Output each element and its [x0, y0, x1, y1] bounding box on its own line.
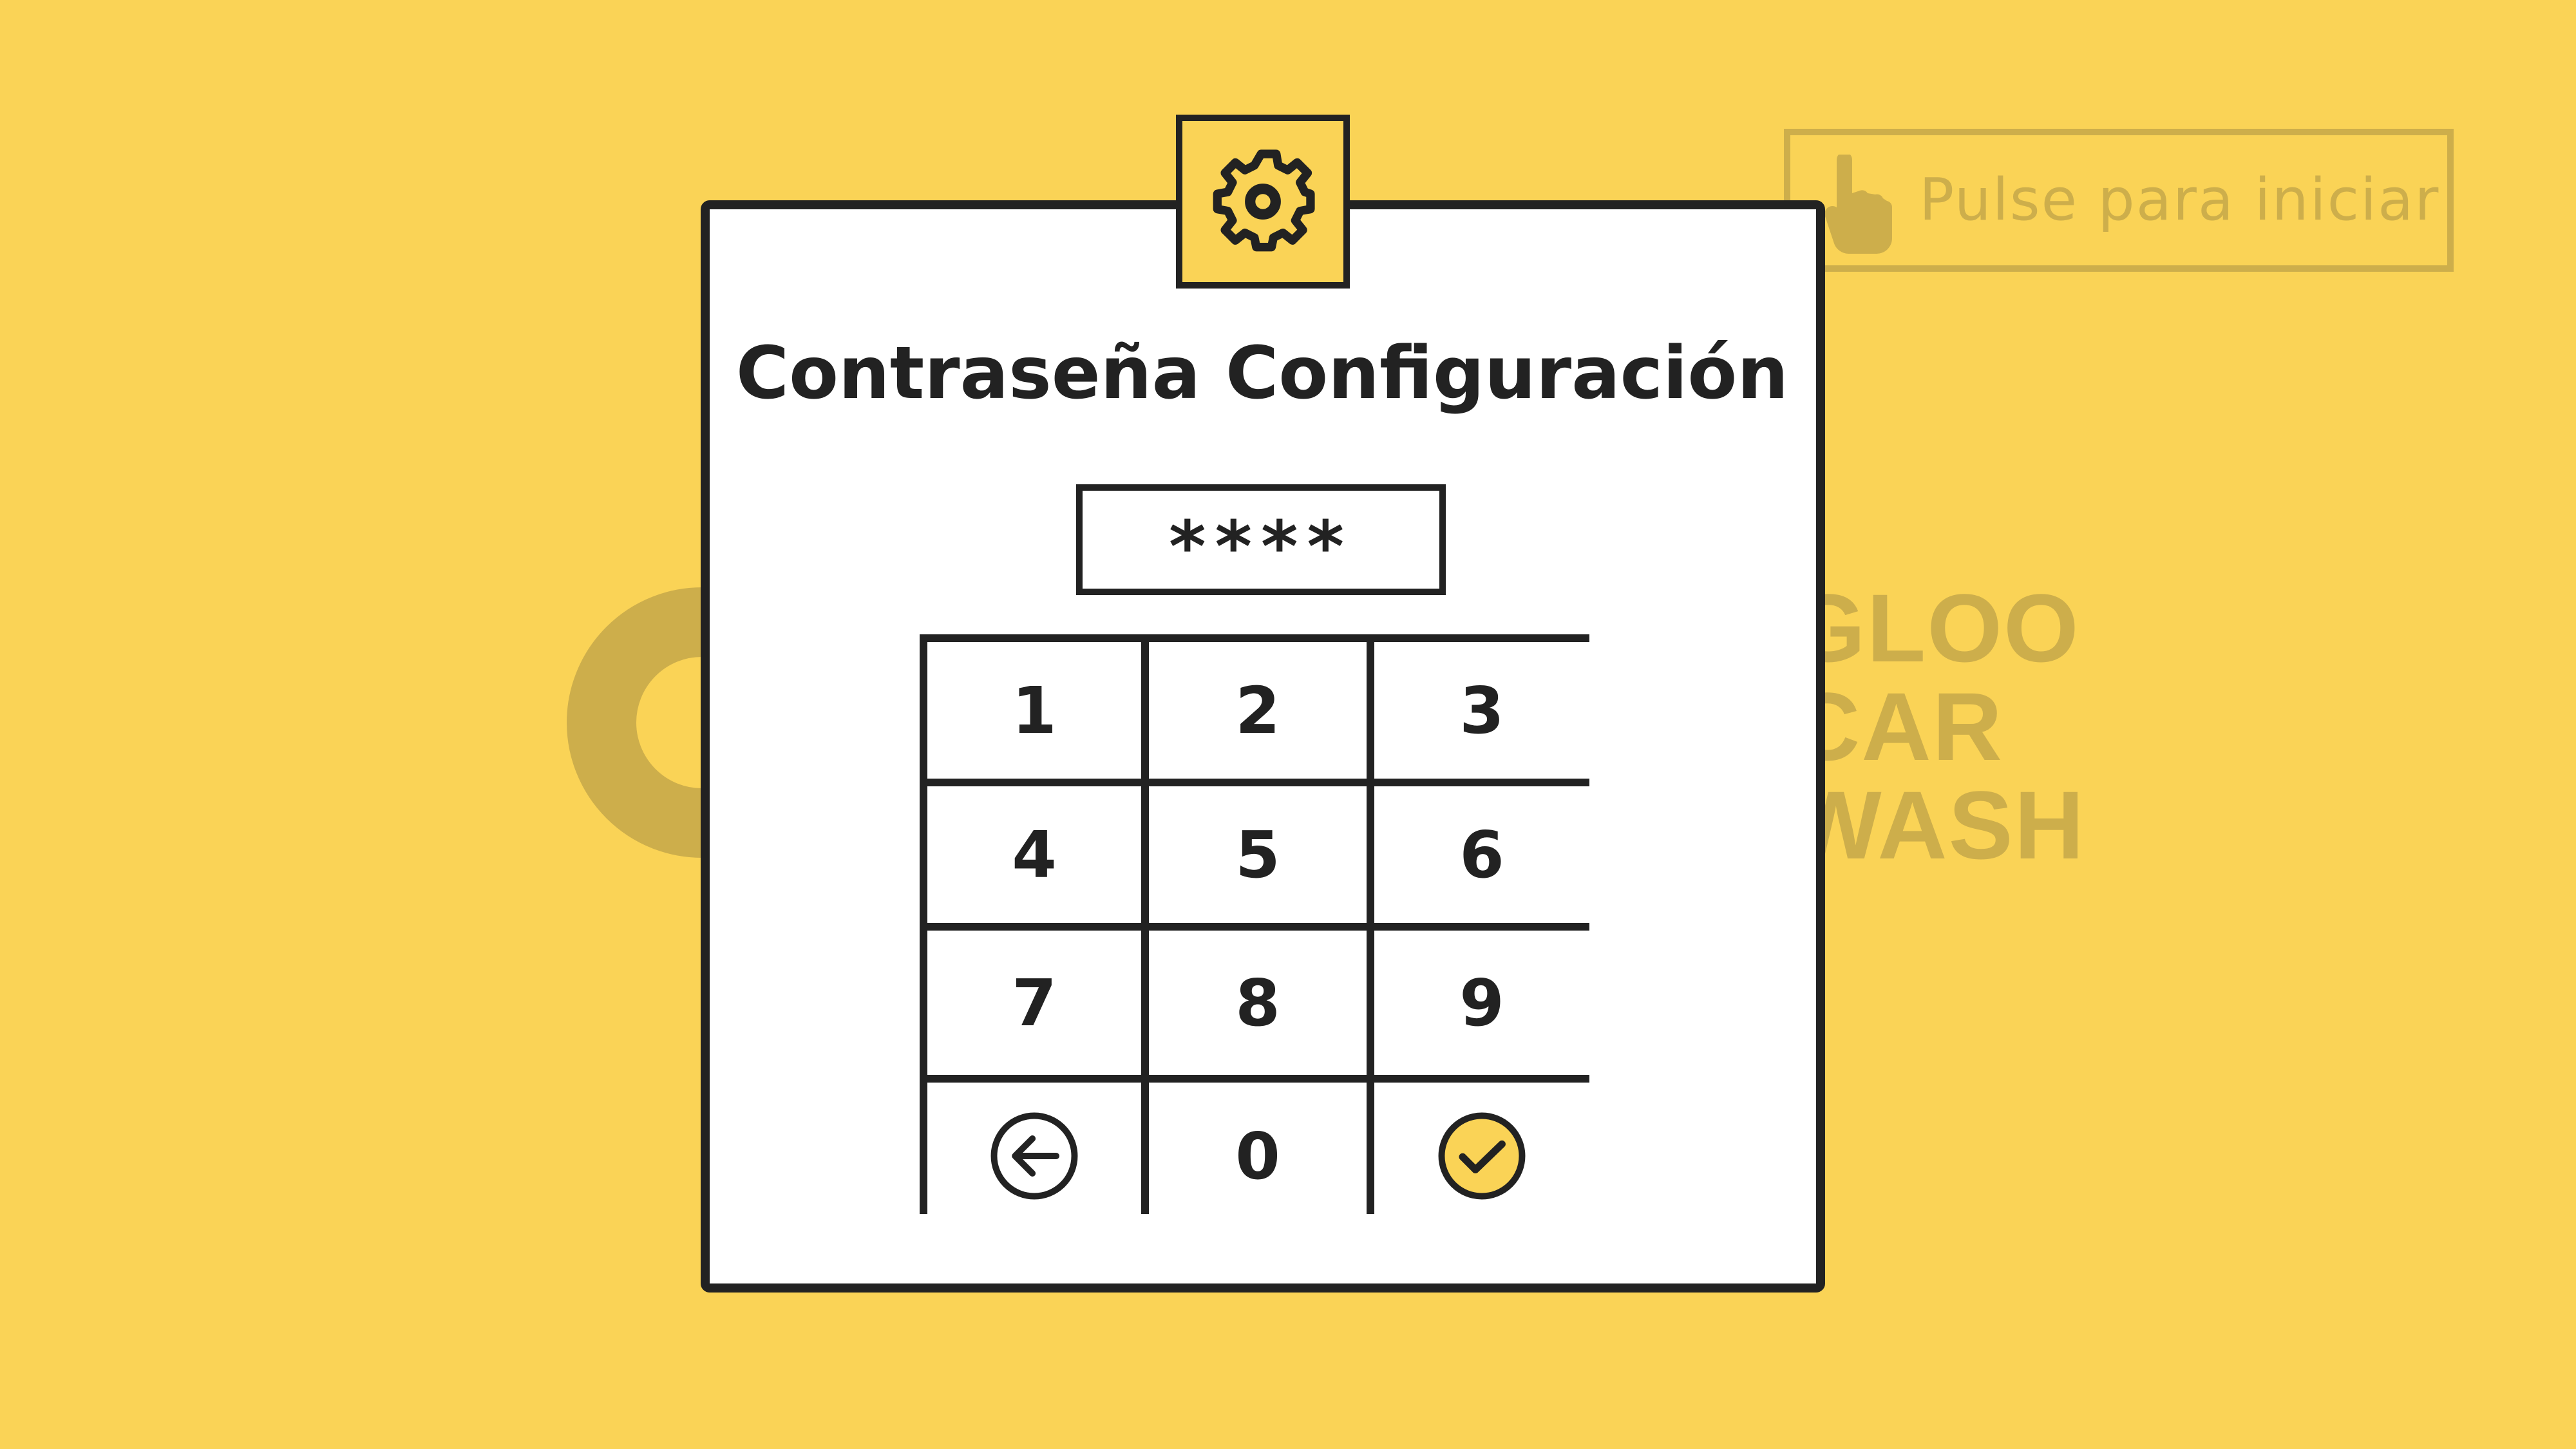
- key-6[interactable]: 6: [1374, 786, 1589, 923]
- settings-tab: [1176, 115, 1350, 289]
- gear-icon: [1213, 149, 1315, 252]
- key-9[interactable]: 9: [1374, 931, 1589, 1075]
- backspace-key[interactable]: [927, 1083, 1141, 1229]
- check-circle-icon: [1438, 1112, 1526, 1200]
- key-5[interactable]: 5: [1149, 786, 1367, 923]
- tap-hand-icon: [1824, 155, 1893, 254]
- brand-text-line-1: GLOO: [1790, 574, 2080, 682]
- key-1[interactable]: 1: [927, 642, 1141, 779]
- key-2[interactable]: 2: [1149, 642, 1367, 779]
- start-button-label: Pulse para iniciar: [1919, 166, 2440, 234]
- numeric-keypad: 1 2 3 4 5 6 7 8 9 0: [920, 634, 1589, 1229]
- pin-display-field: ****: [1076, 484, 1446, 595]
- arrow-left-circle-icon: [990, 1112, 1078, 1200]
- key-0[interactable]: 0: [1149, 1083, 1367, 1229]
- key-4[interactable]: 4: [927, 786, 1141, 923]
- confirm-key[interactable]: [1374, 1083, 1589, 1229]
- brand-text-line-3: WASH: [1790, 771, 2085, 879]
- key-8[interactable]: 8: [1149, 931, 1367, 1075]
- dialog-title: Contraseña Configuración: [735, 332, 1789, 415]
- app-screen: Pulse para iniciar GLOO CAR WASH Contras…: [0, 0, 2576, 1449]
- start-button[interactable]: Pulse para iniciar: [1784, 129, 2454, 272]
- key-7[interactable]: 7: [927, 931, 1141, 1075]
- key-3[interactable]: 3: [1374, 642, 1589, 779]
